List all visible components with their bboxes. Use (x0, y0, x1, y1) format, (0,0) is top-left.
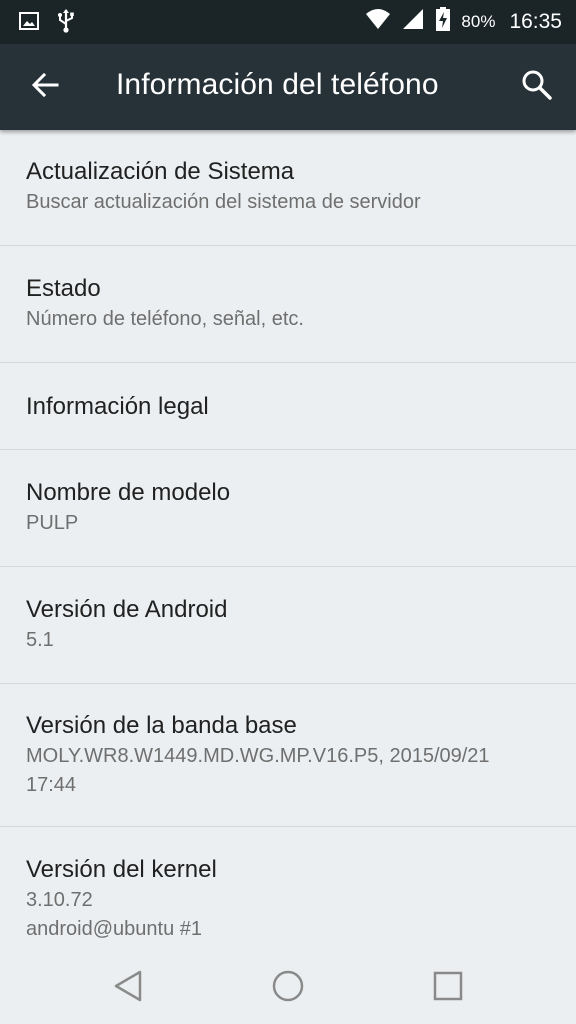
page-title: Información del teléfono (116, 68, 439, 101)
settings-item-summary: Buscar actualización del sistema de serv… (26, 191, 421, 213)
battery-percentage: 80% (461, 12, 496, 31)
settings-item-system-update[interactable]: Actualización de Sistema Buscar actualiz… (0, 130, 576, 246)
settings-item-title: Versión del kernel (26, 856, 217, 883)
clock: 16:35 (509, 10, 562, 33)
settings-item-summary: 5.1 (26, 629, 54, 651)
image-icon (18, 10, 40, 37)
settings-list: Actualización de Sistema Buscar actualiz… (0, 130, 576, 948)
settings-item-summary: MOLY.WR8.W1449.MD.WG.MP.V16.P5, 2015/09/… (26, 745, 490, 796)
home-circle-icon[interactable] (264, 962, 312, 1010)
status-bar: 80% 16:35 (0, 0, 576, 44)
settings-item-kernel-version[interactable]: Versión del kernel 3.10.72 android@ubunt… (0, 827, 576, 948)
settings-item-title: Información legal (26, 393, 209, 420)
settings-item-title: Versión de la banda base (26, 712, 297, 739)
settings-item-status[interactable]: Estado Número de teléfono, señal, etc. (0, 246, 576, 363)
settings-item-title: Estado (26, 275, 101, 302)
settings-item-title: Versión de Android (26, 596, 228, 623)
status-notifications (18, 8, 76, 39)
settings-item-model-name[interactable]: Nombre de modelo PULP (0, 450, 576, 567)
recents-square-icon[interactable] (424, 962, 472, 1010)
usb-icon (56, 8, 76, 39)
navigation-bar (0, 948, 576, 1024)
settings-item-summary: 3.10.72 android@ubuntu #1 (26, 889, 202, 940)
battery-charging-icon (435, 6, 451, 38)
settings-item-baseband-version[interactable]: Versión de la banda base MOLY.WR8.W1449.… (0, 684, 576, 827)
settings-item-android-version[interactable]: Versión de Android 5.1 (0, 567, 576, 684)
settings-item-title: Nombre de modelo (26, 479, 231, 506)
settings-item-summary: Número de teléfono, señal, etc. (26, 308, 304, 330)
settings-item-title: Actualización de Sistema (26, 158, 295, 185)
app-bar: Información del teléfono (0, 44, 576, 130)
search-icon[interactable] (520, 68, 554, 102)
signal-icon (401, 7, 425, 37)
wifi-icon (365, 8, 391, 36)
arrow-back-icon[interactable] (30, 69, 62, 101)
back-triangle-icon[interactable] (104, 962, 152, 1010)
settings-item-summary: PULP (26, 512, 79, 534)
settings-item-legal-info[interactable]: Información legal (0, 363, 576, 450)
status-system-icons: 80% 16:35 (365, 0, 562, 44)
